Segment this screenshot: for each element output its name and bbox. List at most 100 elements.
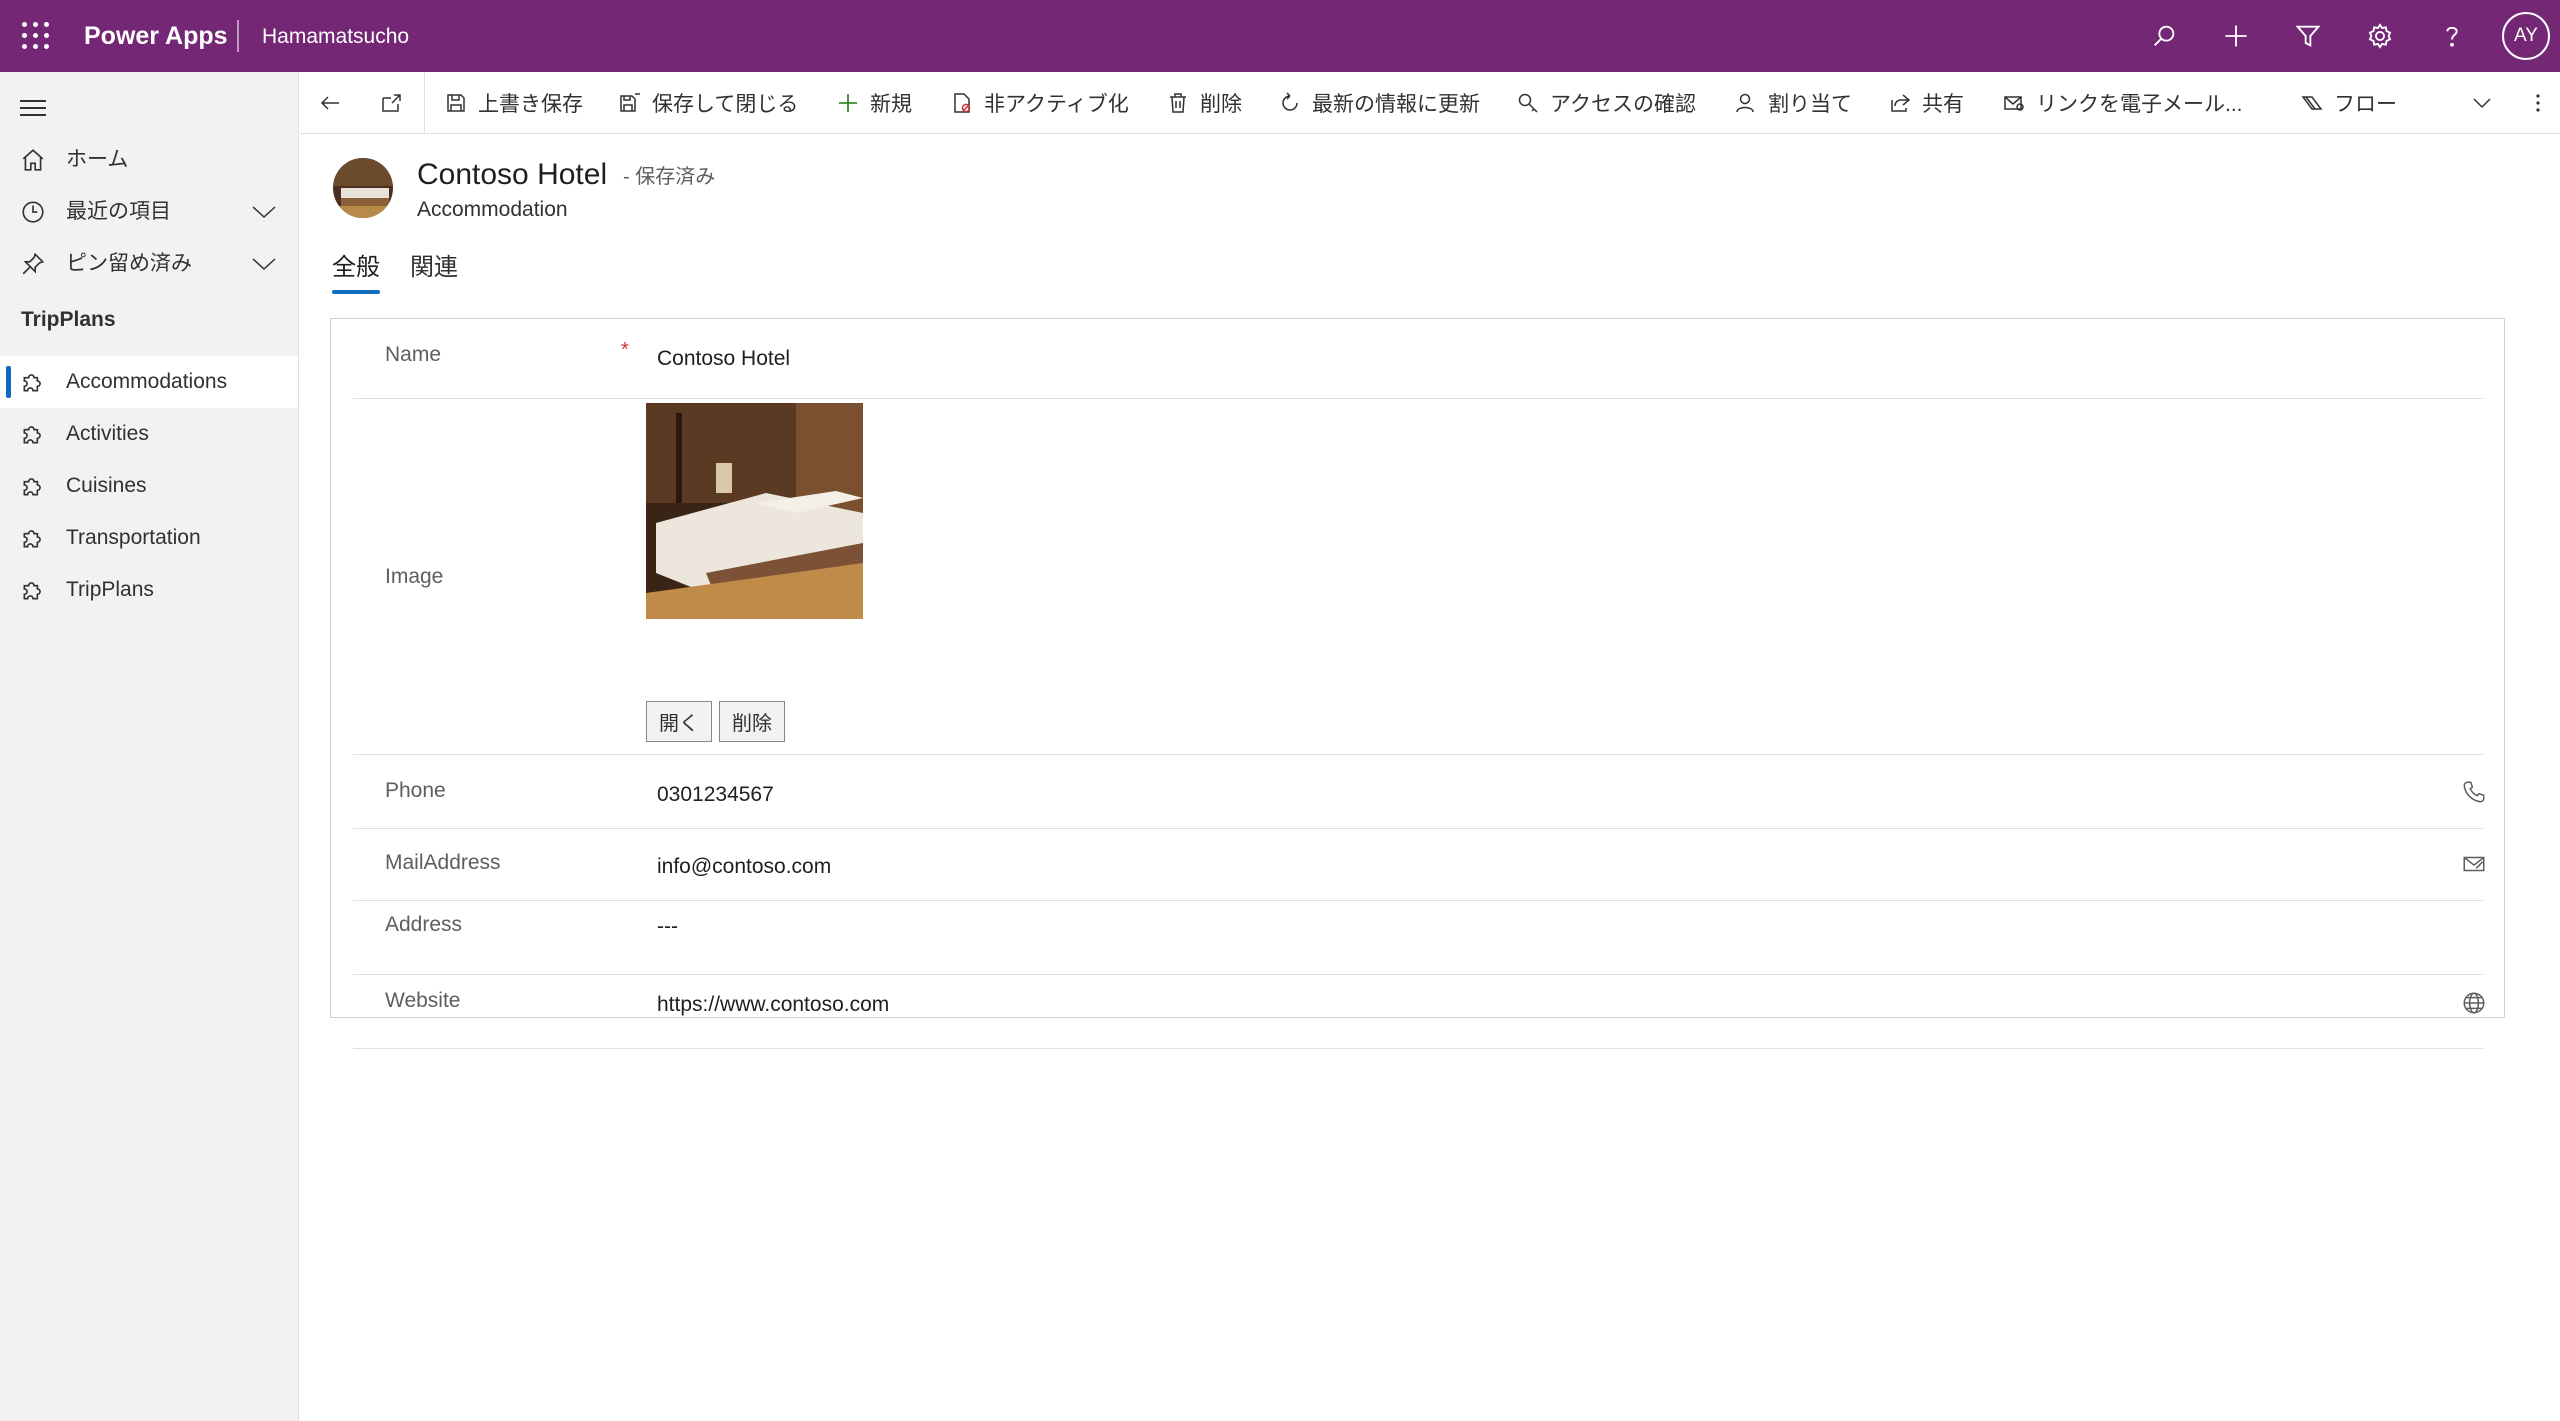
assign-label: 割り当て: [1768, 93, 1852, 116]
search-icon[interactable]: [2144, 16, 2184, 56]
hamburger-menu-icon[interactable]: [20, 98, 46, 118]
environment-name[interactable]: Hamamatsucho: [262, 22, 409, 52]
filter-icon[interactable]: [2288, 16, 2328, 56]
address-input[interactable]: ---: [657, 913, 678, 941]
header-divider: [237, 20, 239, 52]
website-label: Website: [385, 989, 461, 1012]
deactivate-button[interactable]: 非アクティブ化: [950, 84, 1129, 122]
email-link-button[interactable]: リンクを電子メール...: [2002, 84, 2243, 122]
refresh-label: 最新の情報に更新: [1312, 93, 1480, 116]
command-divider: [424, 72, 425, 134]
check-access-label: アクセスの確認: [1550, 93, 1696, 116]
sidebar: ホーム 最近の項目 ピン留め済み TripPlans Accommodation…: [0, 72, 299, 1421]
flow-button[interactable]: フロー: [2300, 84, 2397, 122]
save-button[interactable]: 上書き保存: [444, 84, 583, 122]
delete-image-button[interactable]: 削除: [719, 701, 785, 742]
image-field-row: Image 開く 削除: [353, 399, 2483, 755]
delete-button[interactable]: 削除: [1166, 84, 1242, 122]
name-field-row: Name * Contoso Hotel: [353, 319, 2483, 399]
form-section: Name * Contoso Hotel Image 開く 削除 Phone 0…: [330, 318, 2505, 1049]
sidebar-item-cuisines[interactable]: Cuisines: [0, 460, 298, 512]
phone-input[interactable]: 0301234567: [657, 781, 774, 809]
share-icon: [1891, 94, 1911, 112]
open-new-window-button[interactable]: [380, 84, 414, 122]
record-title: Contoso Hotel: [417, 158, 608, 191]
check-access-button[interactable]: アクセスの確認: [1516, 84, 1696, 122]
mail-input[interactable]: info@contoso.com: [657, 853, 831, 881]
open-in-new-window-icon: [382, 94, 401, 112]
app-name[interactable]: Power Apps: [84, 20, 228, 52]
arrow-left-icon: [320, 96, 339, 110]
sidebar-item-home[interactable]: ホーム: [0, 134, 298, 186]
website-input[interactable]: https://www.contoso.com: [657, 991, 889, 1019]
address-label: Address: [385, 913, 463, 936]
share-button[interactable]: 共有: [1888, 84, 1964, 122]
sidebar-item-label: Accommodations: [66, 370, 228, 393]
sidebar-item-recent[interactable]: 最近の項目: [0, 186, 298, 238]
chevron-down-icon[interactable]: [250, 200, 278, 224]
mail-compose-icon[interactable]: [2461, 851, 2487, 877]
new-button[interactable]: 新規: [836, 84, 912, 122]
record-save-status: - 保存済み: [623, 166, 716, 188]
email-link-label: リンクを電子メール...: [2036, 93, 2243, 116]
user-avatar[interactable]: AY: [2502, 12, 2550, 60]
sidebar-item-label: Cuisines: [66, 474, 147, 497]
tab-related[interactable]: 関連: [410, 252, 458, 284]
sidebar-item-accommodations[interactable]: Accommodations: [0, 356, 298, 408]
refresh-button[interactable]: 最新の情報に更新: [1278, 84, 1480, 122]
save-label: 上書き保存: [478, 93, 583, 116]
more-vertical-icon: [2536, 94, 2540, 112]
refresh-icon: [1282, 92, 1298, 111]
more-commands-button[interactable]: [2526, 84, 2560, 122]
plus-icon: [839, 94, 857, 112]
puzzle-icon: [20, 473, 46, 499]
save-close-icon: [620, 93, 640, 112]
assign-button[interactable]: 割り当て: [1734, 84, 1852, 122]
save-and-close-button[interactable]: 保存して閉じる: [618, 84, 798, 122]
pin-icon: [20, 251, 46, 277]
name-input[interactable]: Contoso Hotel: [657, 345, 790, 373]
phone-icon[interactable]: [2461, 779, 2487, 805]
deactivate-icon: [954, 93, 971, 113]
phone-label: Phone: [385, 779, 446, 802]
sidebar-item-label: Transportation: [66, 526, 201, 549]
person-icon: [1736, 93, 1754, 113]
chevron-down-icon: [2473, 98, 2491, 109]
sidebar-item-label: ホーム: [66, 148, 129, 171]
name-label: Name: [385, 343, 442, 366]
record-image: [333, 158, 393, 218]
puzzle-icon: [20, 525, 46, 551]
clock-icon: [20, 199, 46, 225]
sidebar-item-tripplans[interactable]: TripPlans: [0, 564, 298, 616]
puzzle-icon: [20, 577, 46, 603]
image-label: Image: [385, 565, 444, 588]
key-search-icon: [1518, 93, 1538, 113]
settings-icon[interactable]: [2360, 16, 2400, 56]
address-field-row: Address ---: [353, 901, 2483, 975]
sidebar-item-label: ピン留め済み: [66, 252, 192, 275]
sidebar-item-label: Activities: [66, 422, 149, 445]
back-button[interactable]: [318, 84, 352, 122]
mail-label: MailAddress: [385, 851, 501, 874]
globe-icon[interactable]: [2461, 990, 2487, 1016]
sidebar-item-pinned[interactable]: ピン留め済み: [0, 238, 298, 290]
mail-link-icon: [2004, 96, 2024, 111]
command-bar: 上書き保存 保存して閉じる 新規 非アクティブ化 削除 最新の情報に更新 アクセ…: [300, 72, 2560, 134]
flow-dropdown-button[interactable]: [2470, 84, 2504, 122]
delete-label: 削除: [1200, 93, 1242, 116]
sidebar-item-activities[interactable]: Activities: [0, 408, 298, 460]
app-launcher-icon[interactable]: [22, 22, 50, 50]
home-icon: [20, 147, 46, 173]
sidebar-item-transportation[interactable]: Transportation: [0, 512, 298, 564]
mail-field-row: MailAddress info@contoso.com: [353, 829, 2485, 901]
chevron-down-icon[interactable]: [250, 252, 278, 276]
sidebar-item-label: 最近の項目: [66, 200, 171, 223]
add-icon[interactable]: [2216, 16, 2256, 56]
tab-general[interactable]: 全般: [332, 252, 380, 284]
help-icon[interactable]: [2432, 16, 2472, 56]
open-image-button[interactable]: 開く: [646, 701, 712, 742]
sidebar-section-title: TripPlans: [21, 308, 116, 331]
record-entity-name: Accommodation: [417, 198, 568, 221]
trash-icon: [1170, 93, 1186, 113]
app-header: Power Apps Hamamatsucho AY: [0, 0, 2560, 72]
